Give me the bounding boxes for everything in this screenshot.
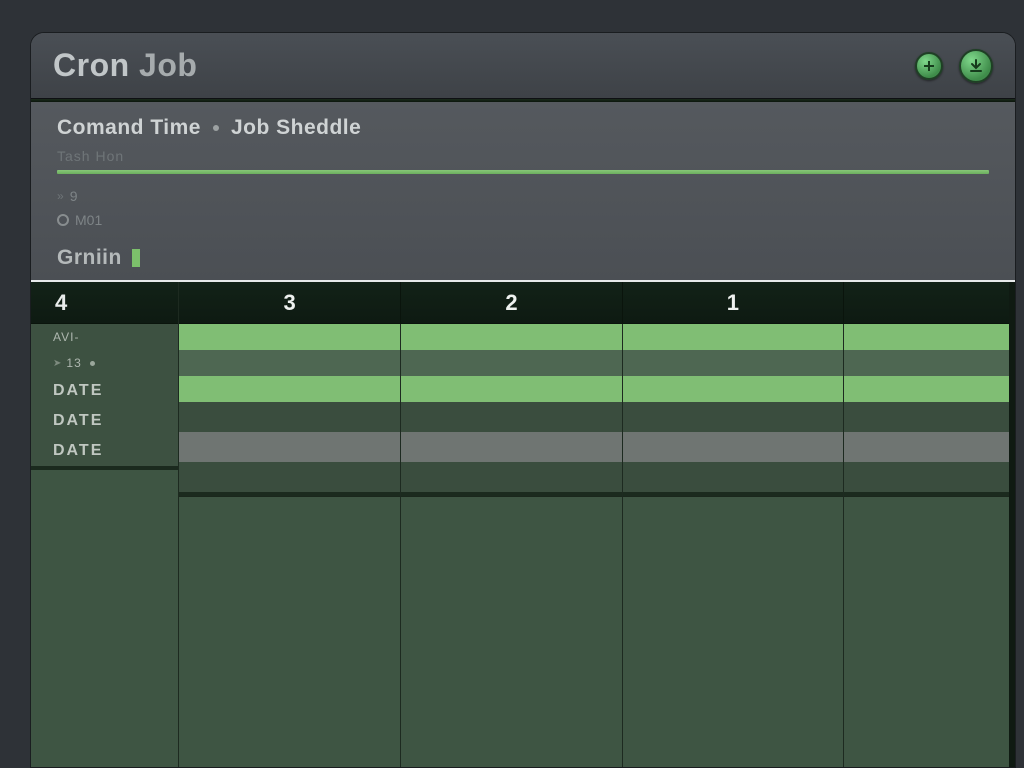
grid-cell[interactable] (179, 376, 400, 402)
schedule-grid: 4 AVI- ➤ 13 DATE DATE DATE (31, 282, 1015, 767)
title-actions (915, 49, 993, 83)
grid-corner: 4 (31, 282, 178, 324)
grid-cell[interactable] (843, 432, 1009, 462)
grid-cell[interactable] (843, 496, 1009, 767)
header-panel: Comand Time Job Sheddle Tash Hon » 9 M01… (31, 102, 1015, 282)
corner-label: 4 (55, 290, 67, 316)
breadcrumb-job-schedule[interactable]: Job Sheddle (231, 116, 361, 140)
title-main: Cron (53, 47, 130, 83)
grid-cell[interactable] (622, 350, 843, 376)
grid-cell[interactable] (179, 462, 400, 492)
task-label: Tash Hon (57, 148, 989, 164)
breadcrumb: Comand Time Job Sheddle (57, 116, 989, 140)
grid-cell[interactable] (622, 432, 843, 462)
grid-cell[interactable] (622, 402, 843, 432)
breadcrumb-command-time[interactable]: Comand Time (57, 116, 201, 140)
col-header-blank (843, 282, 1009, 323)
grid-cell[interactable] (622, 496, 843, 767)
row-label-empty (31, 470, 178, 767)
meta-line-1: » 9 (57, 188, 989, 204)
grid-cell[interactable] (179, 324, 400, 350)
grid-cell[interactable] (400, 432, 621, 462)
download-button[interactable] (959, 49, 993, 83)
chevron-right-icon: » (57, 189, 64, 203)
grid-cells (179, 324, 1009, 767)
breadcrumb-separator-icon (213, 125, 219, 131)
grid-right-gutter (1009, 282, 1015, 767)
arrow-icon: ➤ (53, 358, 62, 369)
titlebar: Cron Job (31, 33, 1015, 99)
grid-cell[interactable] (622, 324, 843, 350)
grid-cell[interactable] (179, 432, 400, 462)
meta-value-2: M01 (75, 212, 102, 228)
grid-cell[interactable] (400, 462, 621, 492)
title-sub: Job (139, 47, 197, 83)
column-headers: 3 2 1 (179, 282, 1009, 324)
progress-bar (57, 170, 989, 174)
row-label-date-3: DATE (31, 436, 178, 466)
grid-cell[interactable] (622, 462, 843, 492)
col-header-1[interactable]: 1 (622, 282, 843, 323)
col-header-3[interactable]: 3 (179, 282, 400, 323)
grid-columns: 3 2 1 (179, 282, 1009, 767)
grid-cell[interactable] (622, 376, 843, 402)
grid-cell[interactable] (400, 402, 621, 432)
grid-cell[interactable] (400, 376, 621, 402)
grid-cell[interactable] (843, 402, 1009, 432)
grid-cell[interactable] (400, 496, 621, 767)
radio-icon[interactable] (57, 214, 69, 226)
meta-value-1: 9 (70, 188, 78, 204)
row-label-date-2: DATE (31, 406, 178, 436)
meta-line-2[interactable]: M01 (57, 212, 989, 228)
grid-cell[interactable] (843, 324, 1009, 350)
window-title: Cron Job (53, 47, 197, 84)
grid-cell[interactable] (179, 496, 400, 767)
grid-cell[interactable] (843, 350, 1009, 376)
grid-cell[interactable] (843, 376, 1009, 402)
row-label-2: ➤ 13 (31, 350, 178, 376)
cursor-block-icon (132, 249, 140, 267)
grid-cell[interactable] (843, 462, 1009, 492)
row-labels: 4 AVI- ➤ 13 DATE DATE DATE (31, 282, 179, 767)
col-header-2[interactable]: 2 (400, 282, 621, 323)
section-heading: Grniin (57, 246, 989, 270)
dot-icon (90, 361, 95, 366)
grid-cell[interactable] (179, 402, 400, 432)
cron-window: Cron Job Comand Time Job Sheddle Tash Ho… (30, 32, 1016, 768)
status-indicator-icon[interactable] (915, 52, 943, 80)
row-label-date-1: DATE (31, 376, 178, 406)
row-label-1: AVI- (31, 324, 178, 350)
grid-cell[interactable] (400, 350, 621, 376)
grid-cell[interactable] (400, 324, 621, 350)
grid-cell[interactable] (179, 350, 400, 376)
section-label: Grniin (57, 246, 122, 270)
